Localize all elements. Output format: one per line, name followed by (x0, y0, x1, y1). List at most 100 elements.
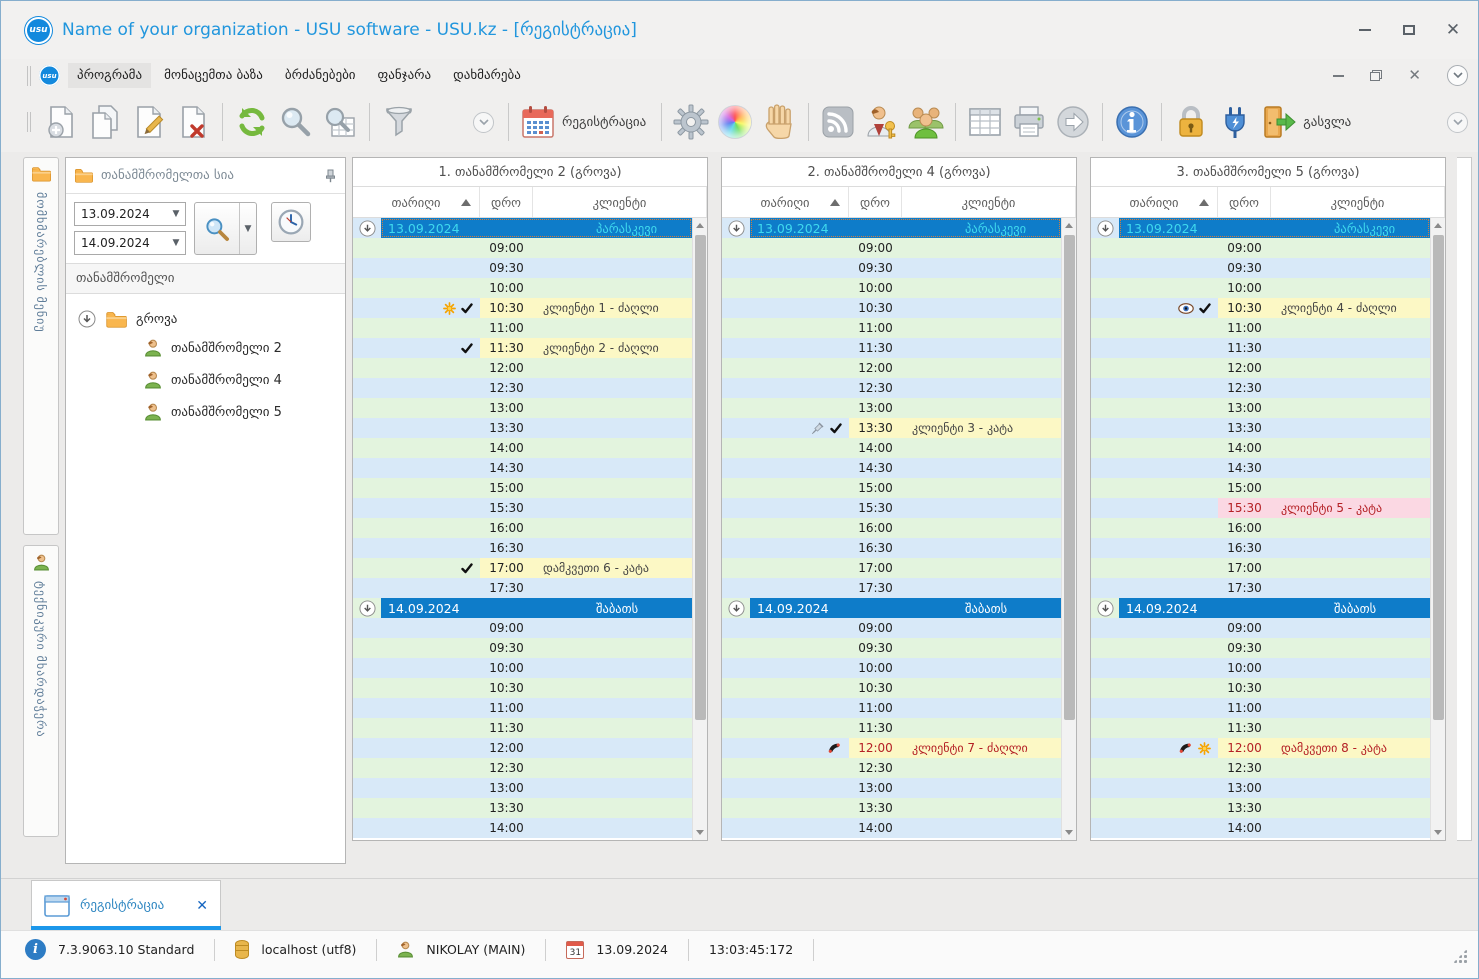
date-group-row[interactable]: 13.09.2024 პარასკევი (722, 218, 1061, 238)
time-slot-row[interactable]: 16:30 (722, 538, 1061, 558)
close-button[interactable]: ✕ (1442, 20, 1464, 40)
column-header-client[interactable]: კლიენტი (902, 187, 1076, 217)
time-slot-row[interactable]: 11:00 (353, 698, 692, 718)
chevron-down-icon[interactable]: ▼ (167, 232, 185, 254)
time-slot-row[interactable]: 09:30 (1091, 638, 1430, 658)
time-slot-row[interactable]: 13:00 (1091, 398, 1430, 418)
time-slot-row[interactable]: 09:00 (1091, 238, 1430, 258)
column-header-date[interactable]: თარიღი (1091, 187, 1218, 217)
time-slot-row[interactable]: 11:30 (722, 718, 1061, 738)
date-group-row[interactable]: 14.09.2024 შაბათს (1091, 598, 1430, 618)
time-slot-row[interactable]: 09:00 (722, 618, 1061, 638)
column-header-date[interactable]: თარიღი (722, 187, 849, 217)
time-slot-row[interactable]: 10:00 (722, 658, 1061, 678)
time-slot-row[interactable]: 10:30 (722, 298, 1061, 318)
tree-employee-item[interactable]: თანამშრომელი 5 (72, 396, 339, 428)
scrollbar-thumb[interactable] (1433, 235, 1444, 721)
feed-button[interactable] (816, 100, 860, 144)
time-slot-row[interactable]: 11:00 (1091, 318, 1430, 338)
registration-button[interactable] (516, 100, 560, 144)
time-slot-row[interactable]: 16:00 (1091, 518, 1430, 538)
time-slot-row[interactable]: 13:00 (353, 778, 692, 798)
date-group-row[interactable]: 13.09.2024 პარასკევი (353, 218, 692, 238)
info-icon[interactable]: i (25, 939, 46, 960)
menu-database[interactable]: მონაცემთა ბაზა (155, 63, 272, 88)
time-slot-row[interactable]: 11:00 (353, 318, 692, 338)
time-slot-row[interactable]: 15:30 (353, 498, 692, 518)
time-button[interactable] (271, 202, 311, 242)
forward-button[interactable] (1051, 100, 1095, 144)
date-group-bar[interactable]: 14.09.2024 შაბათს (1119, 598, 1430, 618)
appointment-row[interactable]: 10:30 კლიენტი 4 - ძაღლი (1091, 298, 1430, 318)
user-permissions-button[interactable] (860, 100, 904, 144)
appointment-row[interactable]: 12:00 დამკვეთი 8 - კატა (1091, 738, 1430, 758)
appointment-row[interactable]: 17:00 დამკვეთი 6 - კატა (353, 558, 692, 578)
usu-menu-icon[interactable]: usu (39, 65, 60, 86)
time-slot-row[interactable]: 09:00 (722, 238, 1061, 258)
time-slot-row[interactable]: 12:30 (1091, 758, 1430, 778)
mdi-minimize-button[interactable] (1333, 74, 1345, 77)
new-record-button[interactable] (39, 100, 83, 144)
exit-button[interactable] (1257, 100, 1301, 144)
date-group-bar[interactable]: 14.09.2024 შაბათს (750, 598, 1061, 618)
date-group-bar[interactable]: 14.09.2024 შაბათს (381, 598, 692, 618)
time-slot-row[interactable]: 17:30 (1091, 578, 1430, 598)
time-slot-row[interactable]: 14:00 (722, 438, 1061, 458)
time-slot-row[interactable]: 11:30 (1091, 718, 1430, 738)
tree-employee-item[interactable]: თანამშრომელი 4 (72, 364, 339, 396)
time-slot-row[interactable]: 11:00 (722, 698, 1061, 718)
time-slot-row[interactable]: 12:00 (1091, 358, 1430, 378)
time-slot-row[interactable]: 10:30 (722, 678, 1061, 698)
date-group-bar[interactable]: 13.09.2024 პარასკევი (1119, 218, 1430, 238)
time-slot-row[interactable]: 09:00 (353, 618, 692, 638)
menu-overflow-button[interactable] (1447, 65, 1468, 86)
search-dropdown-arrow[interactable]: ▼ (239, 203, 256, 254)
time-slot-row[interactable]: 16:00 (722, 518, 1061, 538)
settings-button[interactable] (669, 100, 713, 144)
collapse-icon[interactable] (358, 219, 376, 237)
users-group-button[interactable] (904, 100, 948, 144)
refresh-button[interactable] (230, 100, 274, 144)
time-slot-row[interactable]: 10:00 (1091, 658, 1430, 678)
time-slot-row[interactable]: 09:30 (353, 258, 692, 278)
time-slot-row[interactable]: 13:30 (353, 798, 692, 818)
time-slot-row[interactable]: 09:00 (353, 238, 692, 258)
info-button[interactable] (1110, 100, 1154, 144)
table-view-button[interactable] (963, 100, 1007, 144)
collapse-icon[interactable] (358, 599, 376, 617)
time-slot-row[interactable]: 17:00 (1091, 558, 1430, 578)
scroll-down-button[interactable] (1431, 825, 1445, 840)
toolbar-overflow-button[interactable] (473, 111, 494, 133)
time-slot-row[interactable]: 11:30 (353, 718, 692, 738)
scroll-up-button[interactable] (1062, 218, 1076, 233)
date-group-bar[interactable]: 13.09.2024 პარასკევი (381, 218, 692, 238)
time-slot-row[interactable]: 13:30 (722, 798, 1061, 818)
sidebar-tab-support[interactable]: ტექნიკური მხარდაჭერა (23, 545, 59, 837)
time-slot-row[interactable]: 12:30 (353, 758, 692, 778)
time-slot-row[interactable]: 10:30 (353, 678, 692, 698)
time-slot-row[interactable]: 13:30 (1091, 418, 1430, 438)
time-slot-row[interactable]: 10:00 (353, 278, 692, 298)
scroll-up-button[interactable] (1431, 218, 1445, 233)
time-slot-row[interactable]: 12:00 (353, 358, 692, 378)
time-slot-row[interactable]: 09:30 (353, 638, 692, 658)
time-slot-row[interactable]: 14:30 (353, 458, 692, 478)
menu-commands[interactable]: ბრძანებები (276, 63, 365, 88)
employee-column-header[interactable]: თანამშრომელი (66, 263, 345, 294)
date-group-bar[interactable]: 13.09.2024 პარასკევი (750, 218, 1061, 238)
plugins-button[interactable] (1213, 100, 1257, 144)
resize-grip[interactable] (1452, 948, 1468, 964)
menu-window[interactable]: ფანჯარა (369, 63, 441, 88)
time-slot-row[interactable]: 10:00 (353, 658, 692, 678)
lock-button[interactable] (1169, 100, 1213, 144)
time-slot-row[interactable]: 14:30 (1091, 458, 1430, 478)
pin-icon[interactable] (324, 169, 337, 183)
appointment-row[interactable]: 15:30 კლიენტი 5 - კატა (1091, 498, 1430, 518)
vertical-scrollbar[interactable] (1061, 218, 1076, 840)
time-slot-row[interactable]: 14:00 (353, 438, 692, 458)
scroll-down-button[interactable] (1062, 825, 1076, 840)
mdi-restore-button[interactable] (1370, 70, 1383, 81)
scroll-up-button[interactable] (693, 218, 707, 233)
minimize-button[interactable] (1354, 20, 1376, 40)
collapse-icon[interactable] (1096, 599, 1114, 617)
